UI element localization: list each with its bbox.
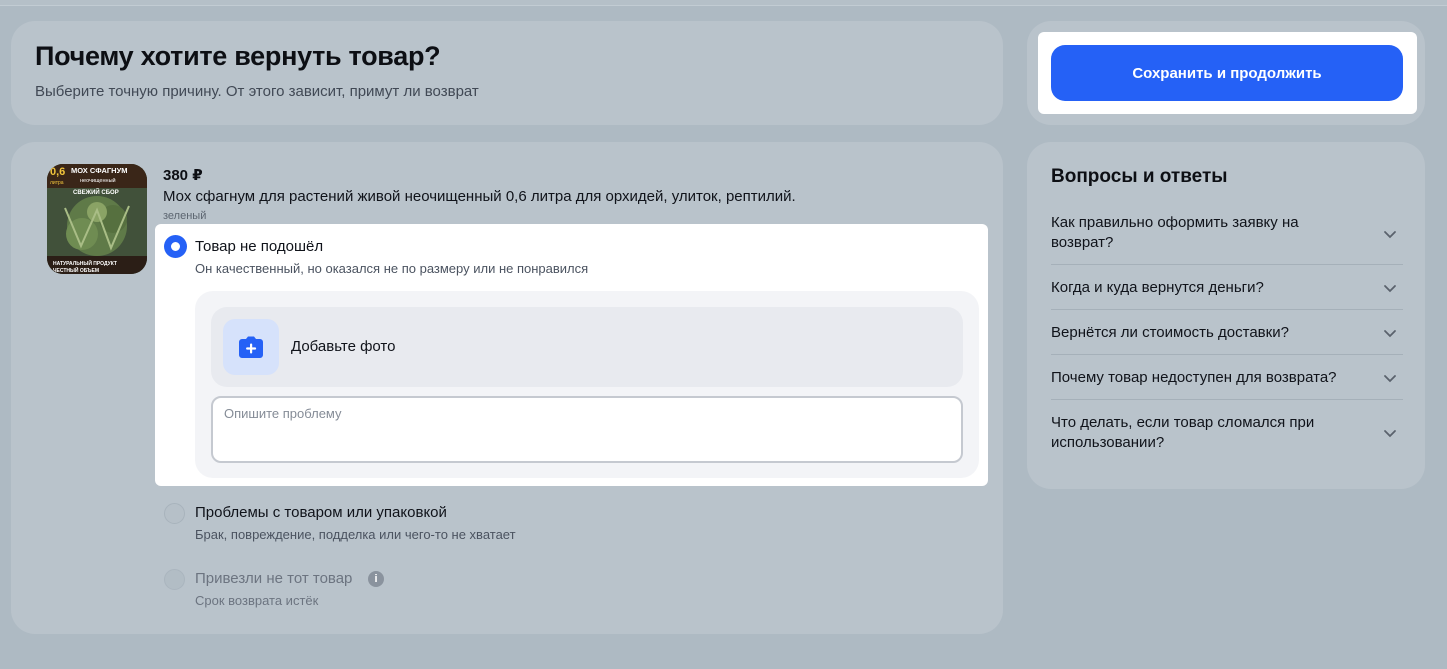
chevron-down-icon [1384, 430, 1396, 438]
save-and-continue-button[interactable]: Сохранить и продолжить [1051, 45, 1403, 101]
add-photo-camera-icon[interactable] [223, 319, 279, 375]
chevron-down-icon [1384, 231, 1396, 239]
faq-question: Почему товар недоступен для возврата? [1051, 369, 1337, 386]
faq-question: Когда и куда вернутся деньги? [1051, 279, 1264, 296]
reason-radio-not-suitable[interactable] [165, 236, 186, 257]
faq-item[interactable]: Почему товар недоступен для возврата? [1051, 355, 1403, 400]
reason-title-wrong-item: Привезли не тот товар [195, 570, 353, 587]
product-name: Мох сфагнум для растений живой неочищенн… [163, 188, 796, 205]
thumb-tagline-text: СВЕЖИЙ СБОР [73, 188, 119, 196]
thumb-volume-unit-text: литра [50, 180, 64, 186]
add-photo-label: Добавьте фото [291, 338, 396, 355]
faq-item[interactable]: Как правильно оформить заявку на возврат… [1051, 210, 1403, 265]
add-photo-button[interactable]: Добавьте фото [211, 307, 963, 387]
page-subtitle: Выберите точную причину. От этого зависи… [35, 83, 479, 100]
faq-item[interactable]: Вернётся ли стоимость доставки? [1051, 310, 1403, 355]
top-divider [0, 0, 1447, 6]
reason-radio-wrong-item [164, 569, 185, 590]
product-variant: зеленый [163, 210, 207, 222]
faq-card: Вопросы и ответы Как правильно оформить … [1027, 142, 1425, 489]
product-image: 0,6 литра МОХ СФАГНУМ неочищенный СВЕЖИЙ… [47, 164, 147, 274]
header-card: Почему хотите вернуть товар? Выберите то… [11, 21, 1003, 125]
faq-question: Что делать, если товар сломался при испо… [1051, 414, 1315, 451]
info-icon[interactable]: i [368, 571, 384, 587]
thumb-volume-text: 0,6 [50, 166, 65, 178]
describe-problem-input[interactable] [211, 396, 963, 463]
reason-desc-not-suitable: Он качественный, но оказался не по разме… [195, 261, 589, 276]
reason-desc-wrong-item: Срок возврата истёк [195, 593, 319, 608]
reason-desc-product-problem: Брак, повреждение, подделка или чего-то … [195, 527, 516, 542]
chevron-down-icon [1384, 375, 1396, 383]
faq-title: Вопросы и ответы [1051, 166, 1228, 187]
reason-radio-product-problem[interactable] [164, 503, 185, 524]
thumb-brand-text: МОХ СФАГНУМ [71, 166, 128, 175]
chevron-down-icon [1384, 285, 1396, 293]
thumb-badge-2-text: ЧЕСТНЫЙ ОБЪЕМ [53, 266, 99, 274]
product-price: 380 ₽ [163, 167, 203, 184]
details-panel: Добавьте фото [195, 291, 979, 478]
faq-question: Вернётся ли стоимость доставки? [1051, 324, 1289, 341]
chevron-down-icon [1384, 330, 1396, 338]
reason-title-not-suitable[interactable]: Товар не подошёл [195, 238, 323, 255]
thumb-type-text: неочищенный [80, 177, 116, 184]
reason-title-product-problem[interactable]: Проблемы с товаром или упаковкой [195, 504, 447, 521]
faq-item[interactable]: Что делать, если товар сломался при испо… [1051, 400, 1403, 464]
faq-question: Как правильно оформить заявку на возврат… [1051, 214, 1299, 251]
reason-option-not-suitable[interactable]: Товар не подошёл Он качественный, но ока… [155, 224, 988, 486]
faq-item[interactable]: Когда и куда вернутся деньги? [1051, 265, 1403, 310]
page-title: Почему хотите вернуть товар? [35, 41, 441, 71]
thumb-badge-1-text: НАТУРАЛЬНЫЙ ПРОДУКТ [53, 259, 117, 267]
